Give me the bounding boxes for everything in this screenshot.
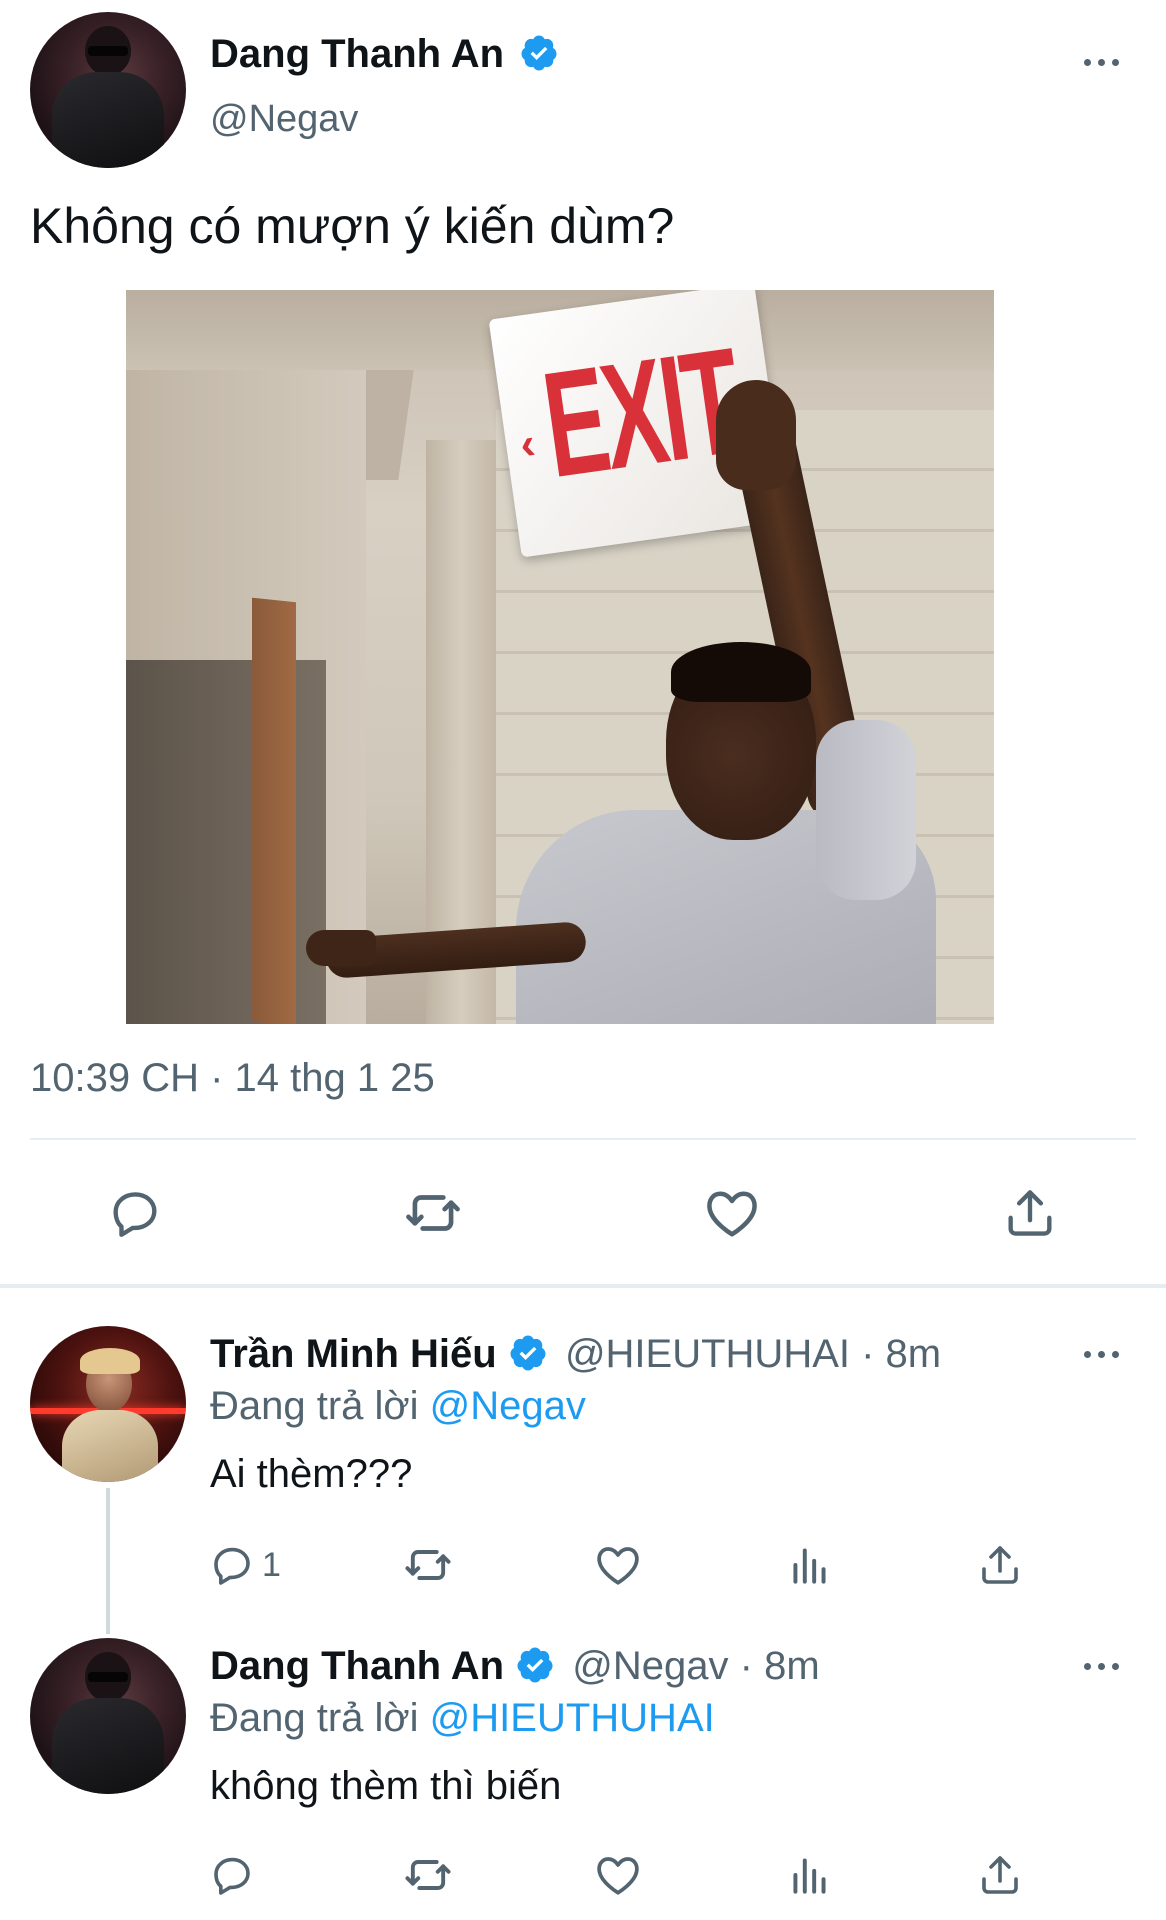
verified-badge-icon <box>510 1335 546 1371</box>
reply-icon <box>113 1192 157 1237</box>
person-hair <box>671 642 811 702</box>
replying-to-link[interactable]: @HIEUTHUHAI <box>430 1696 715 1740</box>
reply-avatar[interactable] <box>30 1638 186 1794</box>
views-button[interactable] <box>782 1540 838 1590</box>
reply-author-handle[interactable]: @HIEUTHUHAI · 8m <box>565 1332 941 1376</box>
doorway <box>126 660 326 1024</box>
share-button[interactable] <box>972 1540 1028 1590</box>
like-button[interactable] <box>590 1540 646 1590</box>
avatar-sunglasses <box>88 1672 128 1682</box>
reply-author-name[interactable]: Dang Thanh An <box>210 1644 504 1688</box>
heart-icon <box>707 1191 757 1237</box>
tweet-image[interactable]: ‹ EXIT <box>126 290 994 1024</box>
author-name[interactable]: Dang Thanh An <box>210 30 559 78</box>
tweet-timestamp[interactable]: 10:39 CH · 14 thg 1 25 <box>30 1054 435 1102</box>
reply-count: 1 <box>262 1545 281 1584</box>
reply-icon <box>214 1547 250 1585</box>
reply-header: Dang Thanh An @Negav · 8m <box>210 1642 820 1690</box>
more-horizontal-icon[interactable] <box>1084 1348 1124 1360</box>
avatar-sunglasses <box>88 46 128 56</box>
retweet-button[interactable] <box>398 1178 468 1248</box>
avatar-figure-body <box>62 1410 158 1482</box>
reply-text: không thèm thì biến <box>210 1764 562 1808</box>
views-icon <box>793 1548 826 1584</box>
avatar-hair <box>80 1348 140 1374</box>
share-icon <box>982 1856 1018 1894</box>
reply-author-name[interactable]: Trần Minh Hiếu <box>210 1332 497 1376</box>
share-icon <box>982 1546 1018 1584</box>
reply-author-handle[interactable]: @Negav · 8m <box>572 1644 819 1688</box>
replying-to-line: Đang trả lời @Negav <box>210 1382 586 1430</box>
retweet-button[interactable] <box>400 1540 456 1590</box>
tweet-text: Không có mượn ý kiến dùm? <box>30 198 675 254</box>
views-button[interactable] <box>782 1850 838 1900</box>
section-divider <box>0 1284 1166 1288</box>
retweet-icon <box>406 1195 460 1231</box>
replying-prefix: Đang trả lời <box>210 1696 419 1740</box>
raising-hand <box>716 380 796 490</box>
replying-to-line: Đang trả lời @HIEUTHUHAI <box>210 1694 715 1742</box>
heart-icon <box>597 1547 639 1585</box>
views-icon <box>793 1858 826 1894</box>
open-door <box>252 597 296 1024</box>
thread-connector-line <box>106 1488 110 1634</box>
avatar-figure-body <box>52 72 164 168</box>
reply-text: Ai thèm??? <box>210 1452 413 1496</box>
reply-button[interactable]: 1 <box>208 1540 328 1590</box>
retweet-icon <box>405 1860 451 1890</box>
meta-divider <box>30 1138 1136 1140</box>
more-horizontal-icon[interactable] <box>1084 1660 1124 1672</box>
like-button[interactable] <box>697 1178 767 1248</box>
reply-avatar[interactable] <box>30 1326 186 1482</box>
heart-icon <box>597 1857 639 1895</box>
pointing-hand <box>306 930 376 966</box>
replying-prefix: Đang trả lời <box>210 1384 419 1428</box>
share-button[interactable] <box>995 1178 1065 1248</box>
retweet-button[interactable] <box>400 1850 456 1900</box>
reply-icon <box>214 1857 250 1895</box>
retweet-icon <box>405 1550 451 1580</box>
share-button[interactable] <box>972 1850 1028 1900</box>
exit-arrow: ‹ <box>516 418 539 470</box>
author-handle[interactable]: @Negav <box>210 96 358 142</box>
verified-badge-icon <box>517 1647 553 1683</box>
person-sleeve <box>816 720 916 900</box>
more-horizontal-icon[interactable] <box>1084 56 1124 68</box>
reply-header: Trần Minh Hiếu @HIEUTHUHAI · 8m <box>210 1330 941 1378</box>
reply-button[interactable] <box>100 1178 170 1248</box>
replying-to-link[interactable]: @Negav <box>430 1384 586 1428</box>
verified-badge-icon <box>521 35 557 71</box>
like-button[interactable] <box>590 1850 646 1900</box>
reply-button[interactable] <box>208 1850 268 1900</box>
author-avatar[interactable] <box>30 12 186 168</box>
avatar-figure-body <box>52 1698 164 1794</box>
share-icon <box>1008 1190 1052 1236</box>
